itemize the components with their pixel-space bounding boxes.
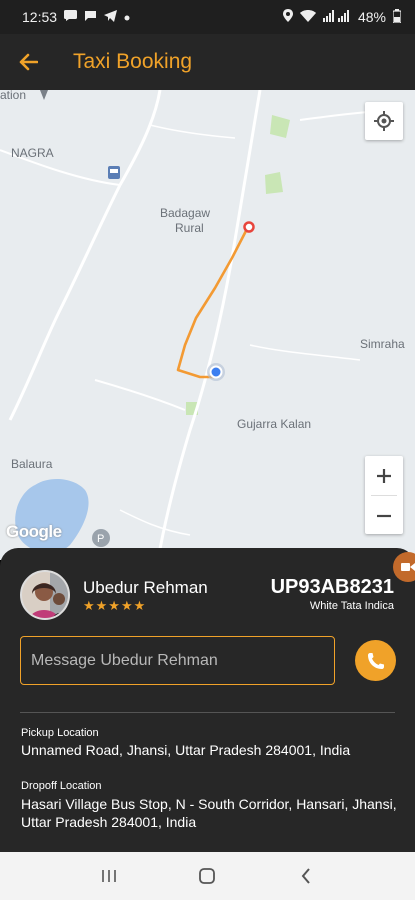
map-label-gujarra: Gujarra Kalan xyxy=(237,417,312,431)
phone-icon xyxy=(367,652,384,669)
driver-name: Ubedur Rehman xyxy=(83,578,208,597)
message-driver-input[interactable] xyxy=(20,636,335,685)
back-button[interactable] xyxy=(0,34,56,90)
pickup-address: Unnamed Road, Jhansi, Uttar Pradesh 2840… xyxy=(21,742,351,758)
driver-rating-stars: ★★★★★ xyxy=(83,598,147,613)
battery-icon xyxy=(392,8,402,26)
dot-icon xyxy=(124,10,130,24)
app-bar: Taxi Booking xyxy=(0,34,415,90)
driver-avatar xyxy=(20,570,70,620)
battery-text: 48% xyxy=(357,9,386,25)
call-driver-button[interactable] xyxy=(355,640,396,681)
sheet-divider xyxy=(20,712,395,713)
plus-icon xyxy=(377,468,391,483)
telegram-icon xyxy=(104,9,118,25)
home-button[interactable] xyxy=(187,856,227,896)
my-location-button[interactable] xyxy=(365,102,403,140)
chat-icon xyxy=(84,10,97,25)
status-left: 12:53 xyxy=(22,9,130,25)
signal-icon xyxy=(322,9,351,25)
status-bar: 12:53 48% xyxy=(0,0,415,34)
recent-apps-icon xyxy=(102,870,116,882)
system-nav-bar xyxy=(0,852,415,900)
zoom-in-button[interactable] xyxy=(365,456,403,495)
map-label-ation: ation xyxy=(0,90,27,102)
location-icon xyxy=(282,9,293,25)
home-icon xyxy=(199,868,216,884)
status-time: 12:53 xyxy=(22,9,58,25)
video-icon xyxy=(401,563,415,571)
dropoff-label: Dropoff Location xyxy=(21,780,102,792)
chevron-left-icon xyxy=(301,868,310,884)
video-call-button[interactable] xyxy=(393,552,415,582)
svg-text:P: P xyxy=(97,533,104,545)
status-right: 48% xyxy=(282,8,402,26)
wifi-icon xyxy=(299,9,316,25)
map-roads: P xyxy=(0,90,396,560)
arrow-left-icon xyxy=(19,53,38,71)
recent-apps-button[interactable] xyxy=(89,856,129,896)
map-view[interactable]: P ation NAGRA Badagaw Rural Simraha Guja… xyxy=(0,90,415,560)
crosshair-icon xyxy=(374,111,394,131)
map-label-simraha: Simraha xyxy=(360,337,405,351)
map-label-rural: Rural xyxy=(175,221,204,235)
dropoff-address: Hasari Village Bus Stop, N - South Corri… xyxy=(21,796,397,830)
vehicle-model: White Tata Indica xyxy=(309,600,394,612)
map-label-balaura: Balaura xyxy=(11,457,53,471)
back-nav-button[interactable] xyxy=(286,856,326,896)
map-label-badagaon: Badagaw xyxy=(160,206,211,220)
map-label-nagra: NAGRA xyxy=(11,146,54,160)
zoom-out-button[interactable] xyxy=(365,496,403,535)
vehicle-plate: UP93AB8231 xyxy=(270,576,394,598)
page-title: Taxi Booking xyxy=(73,50,193,73)
pickup-label: Pickup Location xyxy=(21,727,99,739)
minus-icon xyxy=(377,514,391,517)
google-logo: Google xyxy=(6,522,62,541)
message-icon xyxy=(64,10,78,24)
zoom-controls xyxy=(365,456,403,534)
